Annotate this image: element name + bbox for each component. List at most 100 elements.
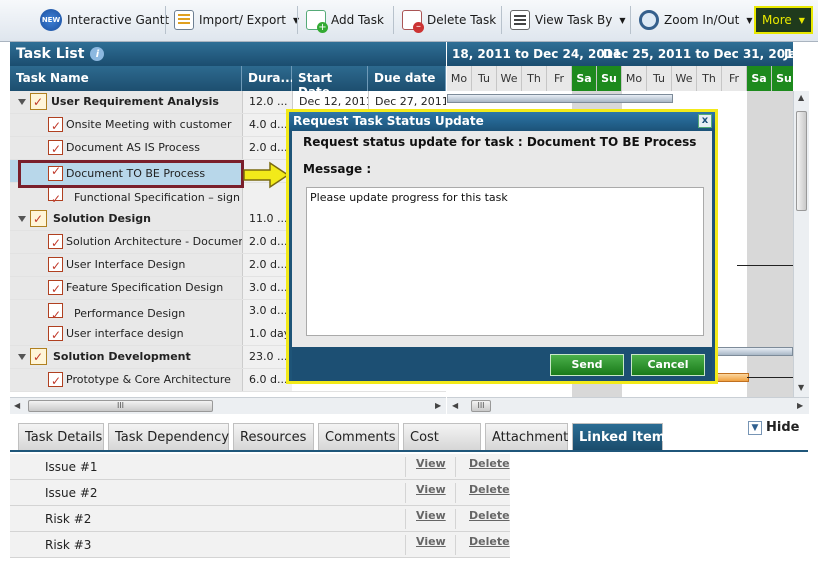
cancel-button[interactable]: Cancel <box>631 354 705 376</box>
message-label: Message : <box>303 162 372 176</box>
scroll-up-icon[interactable]: ▲ <box>798 93 804 102</box>
task-name-cell: Solution Design <box>10 208 242 230</box>
delete-task-label: Delete Task <box>427 13 497 27</box>
day-label: Th <box>522 66 547 91</box>
milestone-task-icon <box>48 184 63 209</box>
scroll-left-icon[interactable]: ◀ <box>14 401 20 410</box>
day-label-weekend: Su <box>597 66 622 91</box>
task-duration: 2.0 d... <box>242 231 292 253</box>
hide-button[interactable]: ▼ Hide <box>748 420 799 435</box>
toolbar-divider <box>297 6 298 34</box>
close-icon[interactable]: x <box>698 114 712 128</box>
delete-link[interactable]: Delete <box>455 483 510 503</box>
day-label-weekend: Sa <box>747 66 772 91</box>
task-duration: 23.0 ... <box>242 346 292 368</box>
gantt-task-bar[interactable] <box>717 373 749 382</box>
task-duration: 3.0 d... <box>242 300 292 324</box>
delete-link[interactable]: Delete <box>455 457 510 477</box>
toolbar-divider <box>393 6 394 34</box>
interactive-gantt-button[interactable]: NEW Interactive Gantt <box>34 6 175 34</box>
task-icon <box>48 278 63 299</box>
week-label: Jan <box>784 47 793 61</box>
day-label: Th <box>697 66 722 91</box>
tab-task-dependency[interactable]: Task Dependency <box>108 423 229 450</box>
task-list-horizontal-scrollbar[interactable]: ◀ III ▶ <box>10 397 446 414</box>
task-name-cell: Onsite Meeting with customer <box>10 114 242 136</box>
delete-link[interactable]: Delete <box>455 509 510 529</box>
dependency-line <box>747 377 793 378</box>
column-duration[interactable]: Dura... <box>242 66 294 91</box>
scroll-thumb[interactable]: III <box>28 400 213 412</box>
dialog-body: Request status update for task : Documen… <box>292 131 712 347</box>
toolbar-divider <box>630 6 631 34</box>
selected-task-name: Document TO BE Process <box>66 167 206 180</box>
scroll-thumb[interactable] <box>796 111 807 211</box>
gantt-horizontal-scrollbar[interactable]: ◀ III ▶ <box>447 397 809 414</box>
view-task-by-button[interactable]: View Task By ▼ <box>504 6 632 34</box>
linked-item-name: Issue #2 <box>45 486 98 500</box>
view-link[interactable]: View <box>405 535 455 555</box>
task-duration: 11.0 ... <box>242 208 292 230</box>
collapse-icon[interactable] <box>18 99 26 105</box>
collapse-icon[interactable] <box>18 354 26 360</box>
import-export-button[interactable]: Import/ Export ▼ <box>168 6 305 34</box>
scroll-left-icon[interactable]: ◀ <box>452 401 458 410</box>
scroll-thumb[interactable]: III <box>471 400 491 412</box>
day-label: We <box>497 66 522 91</box>
collapse-icon[interactable] <box>18 216 26 222</box>
tab-cost[interactable]: Cost <box>403 423 481 450</box>
summary-task-icon <box>30 346 47 368</box>
tab-comments[interactable]: Comments <box>318 423 399 450</box>
view-task-by-label: View Task By <box>535 13 613 27</box>
more-button[interactable]: More ▼ <box>754 6 813 34</box>
dialog-footer: Send Cancel <box>292 347 712 381</box>
send-button[interactable]: Send <box>550 354 624 376</box>
task-duration: 12.0 ... <box>242 91 292 113</box>
view-link[interactable]: View <box>405 457 455 477</box>
task-duration: 6.0 d... <box>242 369 292 391</box>
task-icon <box>48 232 63 253</box>
day-label: Mo <box>447 66 472 91</box>
delete-task-button[interactable]: Delete Task <box>396 6 502 34</box>
week-label: Dec 25, 2011 to Dec 31, 2011 <box>603 47 793 61</box>
message-textarea[interactable]: Please update progress for this task <box>306 187 704 336</box>
task-icon <box>48 255 63 276</box>
dialog-title: Request Task Status Update x <box>289 112 715 131</box>
scroll-right-icon[interactable]: ▶ <box>797 401 803 410</box>
zoom-button[interactable]: Zoom In/Out ▼ <box>633 6 759 34</box>
task-name-cell: Feature Specification Design <box>10 277 242 299</box>
task-name: Performance Design <box>74 307 186 320</box>
day-label: Fr <box>547 66 572 91</box>
info-icon[interactable]: i <box>90 47 105 61</box>
tab-linked-items[interactable]: Linked Items <box>572 423 673 450</box>
task-name: Feature Specification Design <box>66 281 224 294</box>
add-task-button[interactable]: Add Task <box>300 6 390 34</box>
linked-item-name: Risk #3 <box>45 538 92 552</box>
task-duration: 4.0 d... <box>242 114 292 136</box>
scroll-right-icon[interactable]: ▶ <box>435 401 441 410</box>
task-name: User Interface Design <box>66 258 186 271</box>
tab-attachment[interactable]: Attachment <box>485 423 568 450</box>
task-icon <box>48 164 63 181</box>
toolbar-divider <box>501 6 502 34</box>
column-due-date[interactable]: Due date <box>368 66 446 91</box>
column-task-name[interactable]: Task Name <box>10 66 242 91</box>
task-name-cell: User Requirement Analysis <box>10 91 242 113</box>
task-name-cell: Solution Architecture - Document <box>10 231 242 253</box>
view-link[interactable]: View <box>405 483 455 503</box>
gantt-vertical-scrollbar[interactable]: ▲ ▼ <box>793 91 809 397</box>
spreadsheet-icon <box>174 10 194 30</box>
view-link[interactable]: View <box>405 509 455 529</box>
gantt-day-header: Mo Tu We Th Fr Sa Su Mo Tu We Th Fr Sa S… <box>447 66 793 91</box>
delete-link[interactable]: Delete <box>455 535 510 555</box>
new-badge-icon: NEW <box>40 9 62 31</box>
day-label-weekend: Su <box>772 66 793 91</box>
column-start-date[interactable]: Start Date <box>292 66 368 99</box>
task-duration: 2.0 d... <box>242 137 292 159</box>
tab-task-details[interactable]: Task Details <box>18 423 104 450</box>
tab-resources[interactable]: Resources <box>233 423 314 450</box>
gantt-summary-bar[interactable] <box>447 94 673 103</box>
selected-task-highlight: Document TO BE Process <box>18 160 244 188</box>
task-name: Solution Development <box>53 350 191 363</box>
scroll-down-icon[interactable]: ▼ <box>798 383 804 392</box>
